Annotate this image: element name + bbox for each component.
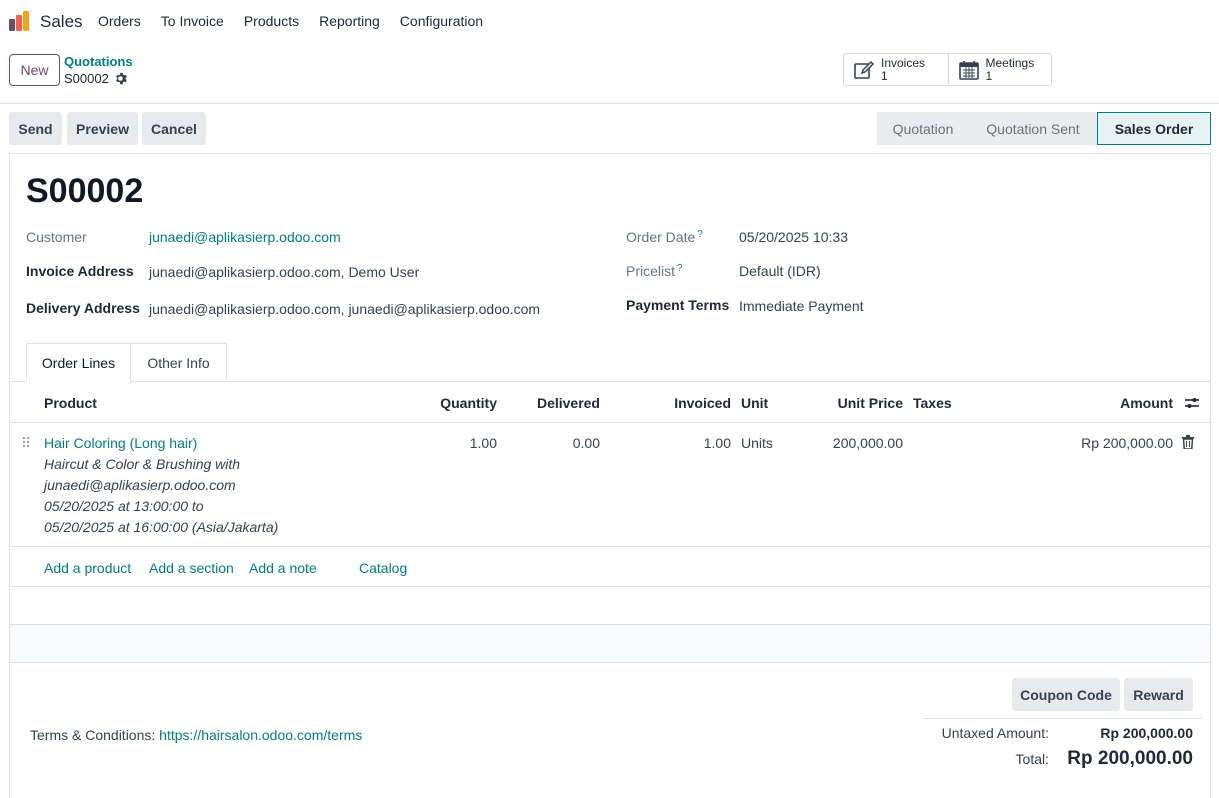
order-date-field[interactable]: 05/20/2025 10:33 bbox=[739, 229, 848, 245]
invoices-count: 1 bbox=[881, 68, 888, 83]
customer-field[interactable]: junaedi@aplikasierp.odoo.com bbox=[149, 229, 341, 245]
line-amount: Rp 200,000.00 bbox=[1081, 435, 1173, 451]
meetings-smart-button[interactable]: Meetings 1 bbox=[947, 54, 1052, 85]
invoice-address-label: Invoice Address bbox=[26, 263, 134, 279]
terms-label: Terms & Conditions: bbox=[30, 727, 156, 743]
invoice-address-field[interactable]: junaedi@aplikasierp.odoo.com, Demo User bbox=[149, 264, 419, 280]
invoices-smart-button[interactable]: Invoices 1 bbox=[844, 54, 948, 85]
stage-quotation[interactable]: Quotation bbox=[877, 112, 969, 145]
line-product[interactable]: Hair Coloring (Long hair) bbox=[44, 435, 197, 451]
stage-quotation-sent-label: Quotation Sent bbox=[986, 120, 1080, 137]
order-date-label: Order Date? bbox=[626, 229, 703, 245]
row-divider bbox=[10, 662, 1210, 663]
header-divider bbox=[10, 422, 1210, 423]
stage-sales-order[interactable]: Sales Order bbox=[1097, 112, 1211, 145]
terms-link[interactable]: https://hairsalon.odoo.com/terms bbox=[159, 727, 362, 743]
stage-quotation-sent[interactable]: Quotation Sent bbox=[969, 112, 1097, 145]
line-description-2: junaedi@aplikasierp.odoo.com bbox=[44, 477, 236, 493]
reward-button[interactable]: Reward bbox=[1124, 678, 1193, 711]
control-panel: New Quotations S00002 Invoices 1 Meeting… bbox=[0, 44, 1219, 104]
menu-orders[interactable]: Orders bbox=[88, 13, 151, 29]
terms-and-conditions: Terms & Conditions: https://hairsalon.od… bbox=[30, 727, 362, 743]
col-delivered[interactable]: Delivered bbox=[520, 395, 600, 411]
totals-divider bbox=[924, 718, 1202, 719]
pricelist-field[interactable]: Default (IDR) bbox=[739, 263, 821, 279]
total-value: Rp 200,000.00 bbox=[1067, 748, 1193, 769]
col-amount[interactable]: Amount bbox=[1090, 395, 1173, 411]
stage-sales-order-label: Sales Order bbox=[1114, 120, 1194, 137]
cancel-button[interactable]: Cancel bbox=[142, 112, 206, 145]
trash-icon[interactable] bbox=[1182, 435, 1194, 449]
menu-products[interactable]: Products bbox=[234, 13, 309, 29]
catalog-link[interactable]: Catalog bbox=[359, 560, 407, 576]
add-note-link[interactable]: Add a note bbox=[249, 560, 317, 576]
tab-order-lines[interactable]: Order Lines bbox=[26, 343, 131, 382]
breadcrumb-current-label: S00002 bbox=[64, 71, 109, 86]
tab-other-info[interactable]: Other Info bbox=[130, 343, 227, 382]
pricelist-help-icon[interactable]: ? bbox=[677, 263, 683, 274]
line-quantity[interactable]: 1.00 bbox=[420, 435, 497, 451]
stage-quotation-label: Quotation bbox=[892, 120, 954, 137]
tab-other-info-label: Other Info bbox=[147, 354, 210, 371]
meetings-label: Meetings bbox=[985, 55, 1035, 70]
order-name: S00002 bbox=[26, 172, 144, 210]
col-invoiced[interactable]: Invoiced bbox=[650, 395, 731, 411]
line-description: Haircut & Color & Brushing with junaedi@… bbox=[44, 454, 278, 538]
line-unit[interactable]: Units bbox=[741, 435, 773, 451]
untaxed-amount-label: Untaxed Amount: bbox=[941, 725, 1049, 741]
line-description-4: 05/20/2025 at 16:00:00 (Asia/Jakarta) bbox=[44, 519, 279, 535]
line-description-3: 05/20/2025 at 13:00:00 to bbox=[44, 498, 204, 514]
menu-reporting[interactable]: Reporting bbox=[309, 13, 390, 29]
smart-buttons: Invoices 1 Meetings 1 bbox=[843, 53, 1052, 86]
top-navbar: Sales Orders To Invoice Products Reporti… bbox=[0, 0, 1219, 44]
row-divider bbox=[10, 546, 1210, 547]
new-button[interactable]: New bbox=[9, 54, 60, 86]
menu-to-invoice[interactable]: To Invoice bbox=[151, 13, 234, 29]
menu-configuration[interactable]: Configuration bbox=[390, 13, 493, 29]
coupon-code-button[interactable]: Coupon Code bbox=[1012, 678, 1120, 711]
row-divider bbox=[10, 586, 1210, 587]
col-quantity[interactable]: Quantity bbox=[420, 395, 497, 411]
customer-label: Customer bbox=[26, 229, 87, 245]
line-delivered: 0.00 bbox=[572, 435, 600, 451]
send-button[interactable]: Send bbox=[9, 112, 62, 145]
status-bar: Quotation Quotation Sent Sales Order bbox=[877, 112, 1211, 145]
order-date-label-text: Order Date bbox=[626, 229, 696, 245]
calendar-icon bbox=[958, 60, 979, 80]
edit-icon bbox=[854, 60, 875, 79]
delivery-address-field[interactable]: junaedi@aplikasierp.odoo.com, junaedi@ap… bbox=[149, 301, 540, 317]
line-unit-price[interactable]: 200,000.00 bbox=[820, 435, 903, 451]
payment-terms-field[interactable]: Immediate Payment bbox=[739, 298, 864, 314]
col-taxes[interactable]: Taxes bbox=[913, 395, 952, 411]
sales-app-icon[interactable] bbox=[8, 10, 30, 32]
add-product-link[interactable]: Add a product bbox=[44, 560, 131, 576]
preview-button[interactable]: Preview bbox=[67, 112, 138, 145]
gear-icon[interactable] bbox=[114, 72, 127, 85]
pricelist-label: Pricelist? bbox=[626, 263, 683, 279]
empty-row bbox=[10, 625, 1210, 662]
breadcrumb-quotations[interactable]: Quotations bbox=[64, 54, 133, 69]
add-section-link[interactable]: Add a section bbox=[149, 560, 234, 576]
pricelist-label-text: Pricelist bbox=[626, 263, 676, 279]
delivery-address-label: Delivery Address bbox=[26, 300, 140, 316]
col-product[interactable]: Product bbox=[44, 395, 97, 411]
meetings-count: 1 bbox=[985, 68, 993, 83]
col-unit-price[interactable]: Unit Price bbox=[820, 395, 903, 411]
order-date-help-icon[interactable]: ? bbox=[697, 229, 703, 240]
col-unit[interactable]: Unit bbox=[741, 395, 768, 411]
payment-terms-label: Payment Terms bbox=[626, 297, 730, 313]
invoices-label: Invoices bbox=[881, 55, 926, 70]
breadcrumb-current: S00002 bbox=[64, 71, 127, 86]
main-menu: Orders To Invoice Products Reporting Con… bbox=[88, 13, 493, 29]
line-description-1: Haircut & Color & Brushing with bbox=[44, 456, 241, 472]
app-name[interactable]: Sales bbox=[40, 12, 83, 32]
line-invoiced: 1.00 bbox=[703, 435, 731, 451]
column-settings-icon[interactable] bbox=[1185, 396, 1199, 410]
drag-handle-icon[interactable] bbox=[22, 436, 30, 448]
tab-order-lines-label: Order Lines bbox=[41, 354, 116, 371]
untaxed-amount-value: Rp 200,000.00 bbox=[1100, 725, 1193, 741]
